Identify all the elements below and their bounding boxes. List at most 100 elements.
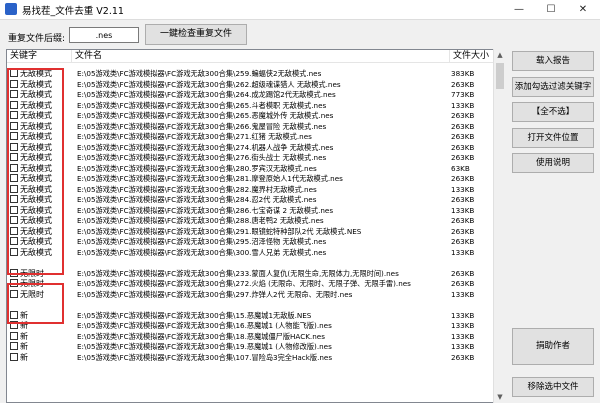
row-checkbox[interactable] <box>10 352 18 361</box>
row-size: 263KB <box>451 79 475 89</box>
row-checkbox[interactable] <box>10 331 18 340</box>
table-row[interactable]: 无限时 E:\05游戏类\FC游戏模拟器\FC游戏无敌300合集\297.炸弹人2… <box>7 289 493 300</box>
row-filename: E:\05游戏类\FC游戏模拟器\FC游戏无敌300合集\286.七宝奇谋 2 … <box>77 205 334 215</box>
row-filename: E:\05游戏类\FC游戏模拟器\FC游戏无敌300合集\271.红猪 无敌模式… <box>77 132 312 141</box>
row-size: 63KB <box>451 163 470 173</box>
table-row[interactable]: 无敌模式 E:\05游戏类\FC游戏模拟器\FC游戏无敌300合集\280.罗宾汉… <box>7 163 493 174</box>
remove-selected-button[interactable]: 移除选中文件 <box>512 377 594 397</box>
table-row[interactable]: 无敌模式 E:\05游戏类\FC游戏模拟器\FC游戏无敌300合集\288.唐老鸭… <box>7 215 493 226</box>
table-row[interactable]: 无敌模式 E:\05游戏类\FC游戏模拟器\FC游戏无敌300合集\295.沼泽怪… <box>7 236 493 247</box>
table-row[interactable]: 新 E:\05游戏类\FC游戏模拟器\FC游戏无敌300合集\15.恶魔城1无敌版… <box>7 310 493 321</box>
row-filename: E:\05游戏类\FC游戏模拟器\FC游戏无敌300合集\264.成龙踢馆2代无… <box>77 90 336 99</box>
table-row[interactable]: 新 E:\05游戏类\FC游戏模拟器\FC游戏无敌300合集\16.恶魔城1 (人… <box>7 320 493 331</box>
table-row[interactable]: 无敌模式 E:\05游戏类\FC游戏模拟器\FC游戏无敌300合集\284.忍2代… <box>7 194 493 205</box>
row-size: 263KB <box>451 195 475 204</box>
row-filename: E:\05游戏类\FC游戏模拟器\FC游戏无敌300合集\233.蒙面人复仇(无… <box>77 268 399 278</box>
window-title: 易找茬_文件去重 V2.11 <box>22 6 124 17</box>
row-size: 383KB <box>451 69 475 78</box>
row-size: 133KB <box>451 321 475 330</box>
table-row[interactable]: 无限时 E:\05游戏类\FC游戏模拟器\FC游戏无敌300合集\233.蒙面人复… <box>7 268 493 279</box>
row-filename: E:\05游戏类\FC游戏模拟器\FC游戏无敌300合集\282.魔界村无敌模式… <box>77 184 317 194</box>
row-size: 263KB <box>451 216 475 225</box>
row-size: 263KB <box>451 111 475 120</box>
table-row[interactable]: 无敌模式 E:\05游戏类\FC游戏模拟器\FC游戏无敌300合集\271.红猪 … <box>7 131 493 142</box>
row-size: 263KB <box>451 226 475 236</box>
row-filename: E:\05游戏类\FC游戏模拟器\FC游戏无敌300合集\297.炸弹人2代 无… <box>77 289 353 299</box>
row-filename: E:\05游戏类\FC游戏模拟器\FC游戏无敌300合集\266.鬼屋冒险 无敌… <box>77 121 327 131</box>
row-filename: E:\05游戏类\FC游戏模拟器\FC游戏无敌300合集\284.忍2代 无敌模… <box>77 195 317 204</box>
row-filename: E:\05游戏类\FC游戏模拟器\FC游戏无敌300合集\274.机器人战争 无… <box>77 142 334 152</box>
row-filename: E:\05游戏类\FC游戏模拟器\FC游戏无敌300合集\265.恶魔城外传 无… <box>77 111 334 120</box>
load-report-button[interactable]: 载入报告 <box>512 51 594 71</box>
row-size: 263KB <box>451 268 475 278</box>
scroll-down-icon[interactable]: ▼ <box>494 391 506 403</box>
table-row[interactable]: 无敌模式 E:\05游戏类\FC游戏模拟器\FC游戏无敌300合集\300.雪人兄… <box>7 247 493 258</box>
table-row[interactable]: 无敌模式 E:\05游戏类\FC游戏模拟器\FC游戏无敌300合集\291.眼镜蛇… <box>7 226 493 237</box>
row-checkbox[interactable] <box>10 342 18 350</box>
row-size: 133KB <box>451 342 475 351</box>
table-row[interactable]: 无敌模式 E:\05游戏类\FC游戏模拟器\FC游戏无敌300合集\274.机器人… <box>7 142 493 153</box>
table-row[interactable]: 无敌模式 E:\05游戏类\FC游戏模拟器\FC游戏无敌300合集\276.街头战… <box>7 152 493 163</box>
column-header-keyword[interactable]: 关键字 <box>7 50 72 63</box>
row-size: 133KB <box>451 310 475 320</box>
highlight-box-invincible <box>7 68 64 275</box>
row-filename: E:\05游戏类\FC游戏模拟器\FC游戏无敌300合集\281.摩登原始人1代… <box>77 174 343 183</box>
table-row[interactable]: 无敌模式 E:\05游戏类\FC游戏模拟器\FC游戏无敌300合集\262.超级魂… <box>7 79 493 90</box>
row-filename: E:\05游戏类\FC游戏模拟器\FC游戏无敌300合集\280.罗宾汉无敌模式… <box>77 163 317 173</box>
donate-button[interactable]: 捐助作者 <box>512 328 594 365</box>
row-filename: E:\05游戏类\FC游戏模拟器\FC游戏无敌300合集\259.蝙蝠侠2无敌模… <box>77 69 322 78</box>
row-filename: E:\05游戏类\FC游戏模拟器\FC游戏无敌300合集\18.恶魔城僵尸版HA… <box>77 331 325 341</box>
row-filename: E:\05游戏类\FC游戏模拟器\FC游戏无敌300合集\288.唐老鸭2 无敌… <box>77 216 324 225</box>
row-size: 263KB <box>451 153 475 162</box>
extension-input[interactable] <box>69 27 139 43</box>
close-button[interactable]: ✕ <box>567 0 599 19</box>
row-filename: E:\05游戏类\FC游戏模拟器\FC游戏无敌300合集\262.超级魂谍猎人 … <box>77 79 341 89</box>
row-filename: E:\05游戏类\FC游戏模拟器\FC游戏无敌300合集\300.雪人兄弟 无敌… <box>77 247 327 257</box>
table-row[interactable]: 无限时 E:\05游戏类\FC游戏模拟器\FC游戏无敌300合集\272.火焰 (… <box>7 278 493 289</box>
minimize-button[interactable]: — <box>503 0 535 19</box>
row-size: 133KB <box>451 247 475 257</box>
scroll-up-icon[interactable]: ▲ <box>494 49 506 61</box>
row-keyword: 新 <box>20 352 28 362</box>
table-row[interactable]: 新 E:\05游戏类\FC游戏模拟器\FC游戏无敌300合集\19.恶魔城1 (人… <box>7 341 493 352</box>
row-size: 133KB <box>451 289 475 299</box>
row-filename: E:\05游戏类\FC游戏模拟器\FC游戏无敌300合集\265.斗者模职 无敌… <box>77 100 327 110</box>
row-size: 263KB <box>451 279 475 288</box>
table-row[interactable]: 无敌模式 E:\05游戏类\FC游戏模拟器\FC游戏无敌300合集\259.蝙蝠侠… <box>7 68 493 79</box>
table-row[interactable]: 新 E:\05游戏类\FC游戏模拟器\FC游戏无敌300合集\18.恶魔城僵尸版H… <box>7 331 493 342</box>
row-size: 263KB <box>451 237 475 246</box>
row-size: 133KB <box>451 205 475 215</box>
row-size: 133KB <box>451 184 475 194</box>
row-filename: E:\05游戏类\FC游戏模拟器\FC游戏无敌300合集\19.恶魔城1 (人物… <box>77 342 332 351</box>
row-filename: E:\05游戏类\FC游戏模拟器\FC游戏无敌300合集\107.冒险岛3完全H… <box>77 352 333 362</box>
deselect-all-button[interactable]: 【全不选】 <box>512 102 594 122</box>
vertical-scrollbar[interactable]: ▲ ▼ <box>493 49 506 403</box>
table-row[interactable]: 无敌模式 E:\05游戏类\FC游戏模拟器\FC游戏无敌300合集\281.摩登原… <box>7 173 493 184</box>
table-row[interactable]: 无敌模式 E:\05游戏类\FC游戏模拟器\FC游戏无敌300合集\265.斗者模… <box>7 100 493 111</box>
row-size: 773KB <box>451 90 475 99</box>
file-list[interactable]: 关键字 文件名 文件大小 无敌模式 E:\05游戏类\FC游戏模拟器\FC游戏无敌… <box>6 49 494 403</box>
row-filename: E:\05游戏类\FC游戏模拟器\FC游戏无敌300合集\16.恶魔城1 (人物… <box>77 321 332 330</box>
add-filter-keyword-button[interactable]: 添加勾选过滤关键字 <box>512 77 594 97</box>
open-file-location-button[interactable]: 打开文件位置 <box>512 128 594 148</box>
row-filename: E:\05游戏类\FC游戏模拟器\FC游戏无敌300合集\295.沼泽怪物 无敌… <box>77 237 327 246</box>
row-size: 263KB <box>451 132 475 141</box>
table-row[interactable]: 无敌模式 E:\05游戏类\FC游戏模拟器\FC游戏无敌300合集\264.成龙踢… <box>7 89 493 100</box>
row-size: 263KB <box>451 352 475 362</box>
scroll-thumb[interactable] <box>496 63 504 89</box>
row-size: 263KB <box>451 121 475 131</box>
table-row[interactable]: 无敌模式 E:\05游戏类\FC游戏模拟器\FC游戏无敌300合集\266.鬼屋冒… <box>7 121 493 132</box>
column-header-size[interactable]: 文件大小 <box>450 50 493 63</box>
table-row[interactable]: 无敌模式 E:\05游戏类\FC游戏模拟器\FC游戏无敌300合集\282.魔界村… <box>7 184 493 195</box>
table-row[interactable]: 新 E:\05游戏类\FC游戏模拟器\FC游戏无敌300合集\107.冒险岛3完全… <box>7 352 493 363</box>
check-duplicates-button[interactable]: 一鍵检查重复文件 <box>145 24 247 45</box>
row-filename: E:\05游戏类\FC游戏模拟器\FC游戏无敌300合集\272.火焰 (无限命… <box>77 279 411 288</box>
maximize-button[interactable]: ☐ <box>535 0 567 19</box>
column-header-filename[interactable]: 文件名 <box>72 50 450 63</box>
usage-button[interactable]: 使用说明 <box>512 153 594 173</box>
row-size: 133KB <box>451 100 475 110</box>
table-row[interactable]: 无敌模式 E:\05游戏类\FC游戏模拟器\FC游戏无敌300合集\265.恶魔城… <box>7 110 493 121</box>
extension-label: 重复文件后缀: <box>8 34 66 44</box>
row-keyword: 新 <box>20 331 28 341</box>
table-row[interactable]: 无敌模式 E:\05游戏类\FC游戏模拟器\FC游戏无敌300合集\286.七宝奇… <box>7 205 493 216</box>
